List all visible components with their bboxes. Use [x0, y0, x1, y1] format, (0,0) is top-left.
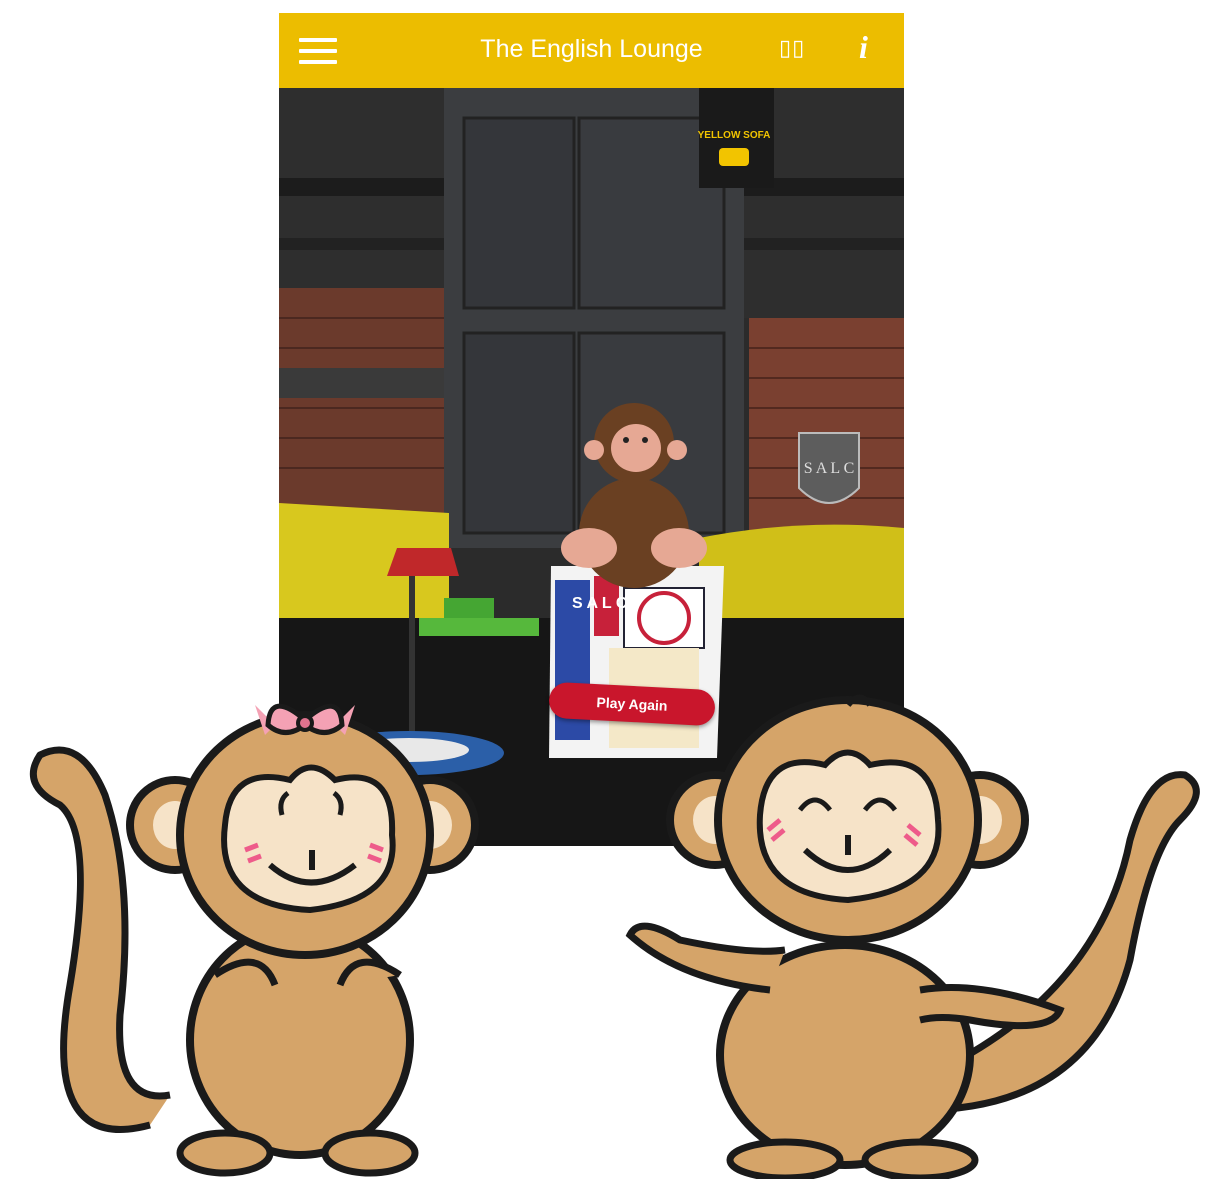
app-bar: The English Lounge ▯▯ i: [279, 13, 904, 88]
monkey-mascot-boy: [625, 694, 1200, 1179]
box-letters: S A L C: [572, 595, 628, 612]
yellow-sofa-sign-text: YELLOW SOFA: [698, 130, 771, 141]
crest-text: S A L C: [804, 460, 855, 477]
info-icon[interactable]: i: [859, 29, 868, 66]
glasses-icon[interactable]: ▯▯: [779, 35, 805, 61]
app-title: The English Lounge: [480, 35, 703, 63]
monkey-mascot-girl: [29, 703, 479, 1177]
sofa-icon: [719, 148, 749, 166]
